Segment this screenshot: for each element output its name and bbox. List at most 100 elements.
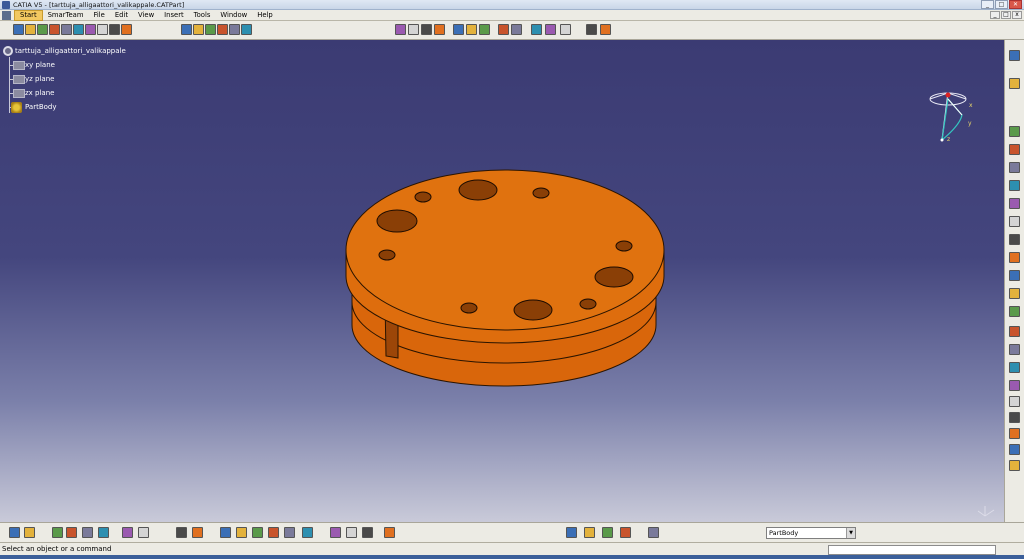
menu-file[interactable]: File bbox=[88, 10, 109, 21]
rib-icon[interactable] bbox=[1009, 216, 1020, 227]
3d-viewport[interactable]: tarttuja_alligaattori_valikappale xy pla… bbox=[0, 40, 1004, 522]
power-input-field[interactable] bbox=[828, 545, 996, 555]
menu-view[interactable]: View bbox=[133, 10, 159, 21]
doc-restore-button[interactable]: □ bbox=[1001, 11, 1011, 19]
measure-between-icon[interactable] bbox=[330, 527, 341, 538]
document-icon[interactable] bbox=[2, 11, 11, 20]
hole-icon[interactable] bbox=[1009, 198, 1020, 209]
line-icon[interactable] bbox=[586, 24, 597, 35]
new-icon[interactable] bbox=[13, 24, 24, 35]
knowledge-icon[interactable] bbox=[602, 527, 613, 538]
plane-icon[interactable] bbox=[600, 24, 611, 35]
split-icon[interactable] bbox=[1009, 396, 1020, 407]
menu-start[interactable]: Start bbox=[14, 10, 43, 21]
close-button[interactable]: ✕ bbox=[1009, 0, 1022, 9]
maximize-button[interactable]: □ bbox=[995, 0, 1008, 9]
shaft-icon[interactable] bbox=[217, 24, 228, 35]
pocket-icon[interactable] bbox=[1009, 144, 1020, 155]
comment-icon[interactable] bbox=[24, 527, 35, 538]
normal-view-icon[interactable] bbox=[479, 24, 490, 35]
pad-icon[interactable] bbox=[193, 24, 204, 35]
point-icon[interactable] bbox=[560, 24, 571, 35]
thickness-icon[interactable] bbox=[1009, 362, 1020, 373]
curvature-icon[interactable] bbox=[566, 527, 577, 538]
groove-icon[interactable] bbox=[1009, 180, 1020, 191]
pocket-icon[interactable] bbox=[205, 24, 216, 35]
render-icon[interactable] bbox=[268, 527, 279, 538]
pad-icon[interactable] bbox=[1009, 126, 1020, 137]
section-icon[interactable] bbox=[302, 527, 313, 538]
hole-icon[interactable] bbox=[241, 24, 252, 35]
workbench-icon[interactable] bbox=[648, 527, 659, 538]
hide-show-icon[interactable] bbox=[531, 24, 542, 35]
sketcher-icon[interactable] bbox=[1009, 50, 1020, 61]
print-icon[interactable] bbox=[49, 24, 60, 35]
axis-icon[interactable] bbox=[176, 527, 187, 538]
object-repository-icon[interactable] bbox=[584, 527, 595, 538]
fillet-icon[interactable] bbox=[1009, 288, 1020, 299]
product-icon[interactable] bbox=[620, 527, 631, 538]
grid-icon[interactable] bbox=[284, 527, 295, 538]
shaft-icon[interactable] bbox=[1009, 162, 1020, 173]
view-mode-icon[interactable] bbox=[511, 24, 522, 35]
rotate-icon[interactable] bbox=[434, 24, 445, 35]
menu-tools[interactable]: Tools bbox=[189, 10, 216, 21]
part-model[interactable] bbox=[0, 40, 1004, 522]
fly-mode-icon[interactable] bbox=[395, 24, 406, 35]
shell-icon[interactable] bbox=[1009, 344, 1020, 355]
fit-all-icon[interactable] bbox=[408, 24, 419, 35]
view-axis-icon bbox=[977, 506, 995, 517]
iso-view-icon[interactable] bbox=[498, 24, 509, 35]
menu-insert[interactable]: Insert bbox=[159, 10, 189, 21]
stiffener-icon[interactable] bbox=[1009, 252, 1020, 263]
current-body-select[interactable]: PartBody ▼ bbox=[766, 527, 856, 539]
menu-window[interactable]: Window bbox=[215, 10, 252, 21]
save-icon[interactable] bbox=[37, 24, 48, 35]
zoom-in-icon[interactable] bbox=[453, 24, 464, 35]
swap-space-icon[interactable] bbox=[545, 24, 556, 35]
doc-close-button[interactable]: x bbox=[1012, 11, 1022, 19]
apply-material-icon[interactable] bbox=[252, 527, 263, 538]
pattern-icon[interactable] bbox=[1009, 428, 1020, 439]
zoom-out-icon[interactable] bbox=[466, 24, 477, 35]
mirror-icon[interactable] bbox=[1009, 412, 1020, 423]
chamfer-icon[interactable] bbox=[1009, 306, 1020, 317]
chevron-down-icon[interactable]: ▼ bbox=[846, 528, 855, 538]
menu-edit[interactable]: Edit bbox=[110, 10, 133, 21]
parameter-icon[interactable] bbox=[82, 527, 93, 538]
redo-icon[interactable] bbox=[109, 24, 120, 35]
help-icon[interactable] bbox=[121, 24, 132, 35]
menu-help[interactable]: Help bbox=[252, 10, 278, 21]
analysis-icon[interactable] bbox=[122, 527, 133, 538]
scale-value-icon[interactable] bbox=[362, 527, 373, 538]
copy-icon[interactable] bbox=[73, 24, 84, 35]
slot-icon[interactable] bbox=[1009, 234, 1020, 245]
publication-icon[interactable] bbox=[236, 527, 247, 538]
dress-up-icon[interactable] bbox=[192, 527, 203, 538]
pan-icon[interactable] bbox=[421, 24, 432, 35]
paste-icon[interactable] bbox=[85, 24, 96, 35]
catalog-icon[interactable] bbox=[66, 527, 77, 538]
table-icon[interactable] bbox=[52, 527, 63, 538]
loft-icon[interactable] bbox=[1009, 270, 1020, 281]
open-icon[interactable] bbox=[25, 24, 36, 35]
draft-icon[interactable] bbox=[1009, 326, 1020, 337]
sketch-icon[interactable] bbox=[181, 24, 192, 35]
scale-icon[interactable] bbox=[1009, 444, 1020, 455]
exit-icon[interactable] bbox=[1009, 78, 1020, 89]
menu-smarteam[interactable]: SmarTeam bbox=[43, 10, 89, 21]
thread-icon[interactable] bbox=[1009, 380, 1020, 391]
undo-icon[interactable] bbox=[97, 24, 108, 35]
formula-icon[interactable] bbox=[9, 527, 20, 538]
menu-bar: Start SmarTeam File Edit View Insert Too… bbox=[0, 10, 1024, 21]
cut-icon[interactable] bbox=[61, 24, 72, 35]
snap-icon[interactable] bbox=[138, 527, 149, 538]
measure-icon[interactable] bbox=[98, 527, 109, 538]
minimize-button[interactable]: _ bbox=[981, 0, 994, 9]
doc-minimize-button[interactable]: _ bbox=[990, 11, 1000, 19]
boolean-icon[interactable] bbox=[1009, 460, 1020, 471]
groove-icon[interactable] bbox=[229, 24, 240, 35]
constraint-icon[interactable] bbox=[220, 527, 231, 538]
inertia-icon[interactable] bbox=[346, 527, 357, 538]
draft-analysis-icon[interactable] bbox=[384, 527, 395, 538]
